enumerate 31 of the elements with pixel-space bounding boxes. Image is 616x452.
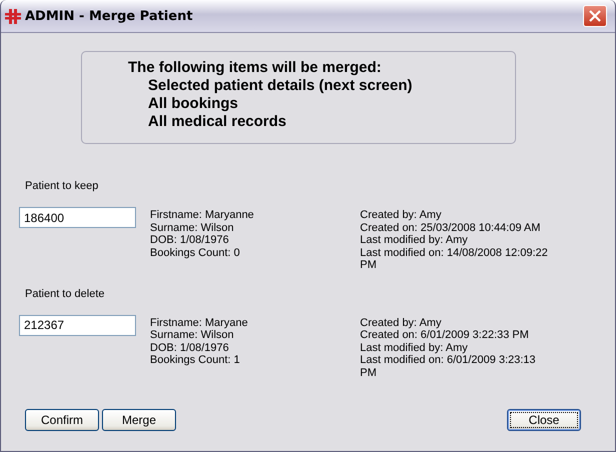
detail-text: DOB: 1/08/1976 [150, 342, 230, 354]
audit-text: Last modified by: Amy [360, 234, 469, 246]
close-icon [589, 10, 601, 22]
merge-item: Selected patient details (next screen) [148, 77, 414, 95]
section-label: Patient to delete [25, 288, 105, 300]
detail-text: Firstname: Maryanne [150, 209, 255, 222]
detail-text: Surname: Wilson [150, 222, 235, 234]
audit-text: Created by: Amy [360, 209, 442, 222]
dialog-button[interactable]: Merge [102, 409, 176, 431]
detail-text: Surname: Wilson [150, 329, 235, 342]
close-button[interactable] [583, 5, 607, 27]
audit-text: Last modified on: 6/01/2009 3:23:13 PM [360, 354, 537, 379]
detail-text: Bookings Count: 1 [150, 354, 241, 366]
audit-text: Last modified on: 14/08/2008 12:09:22 PM [360, 246, 549, 272]
section-label: Patient to keep [25, 180, 98, 192]
merge-item: All bookings [148, 95, 239, 113]
audit-text: Created by: Amy [360, 316, 442, 329]
window-title: ADMIN - Merge Patient [25, 8, 194, 24]
detail-text: DOB: 1/08/1976 [150, 234, 230, 246]
patient-id-field[interactable]: 212367 [19, 314, 136, 336]
dialog-button[interactable]: Close [507, 409, 581, 431]
info-heading: The following items will be merged: [128, 59, 382, 77]
dialog-button[interactable]: Confirm [25, 409, 99, 431]
merge-item: All medical records [148, 113, 288, 131]
audit-text: Created on: 6/01/2009 3:22:33 PM [360, 329, 530, 342]
audit-text: Created on: 25/03/2008 10:44:09 AM [360, 222, 542, 234]
detail-text: Bookings Count: 0 [150, 246, 241, 259]
audit-text: Last modified by: Amy [360, 342, 469, 354]
detail-text: Firstname: Maryane [150, 316, 249, 329]
app-cross-icon [5, 8, 21, 24]
patient-id-field[interactable]: 186400 [19, 207, 136, 228]
